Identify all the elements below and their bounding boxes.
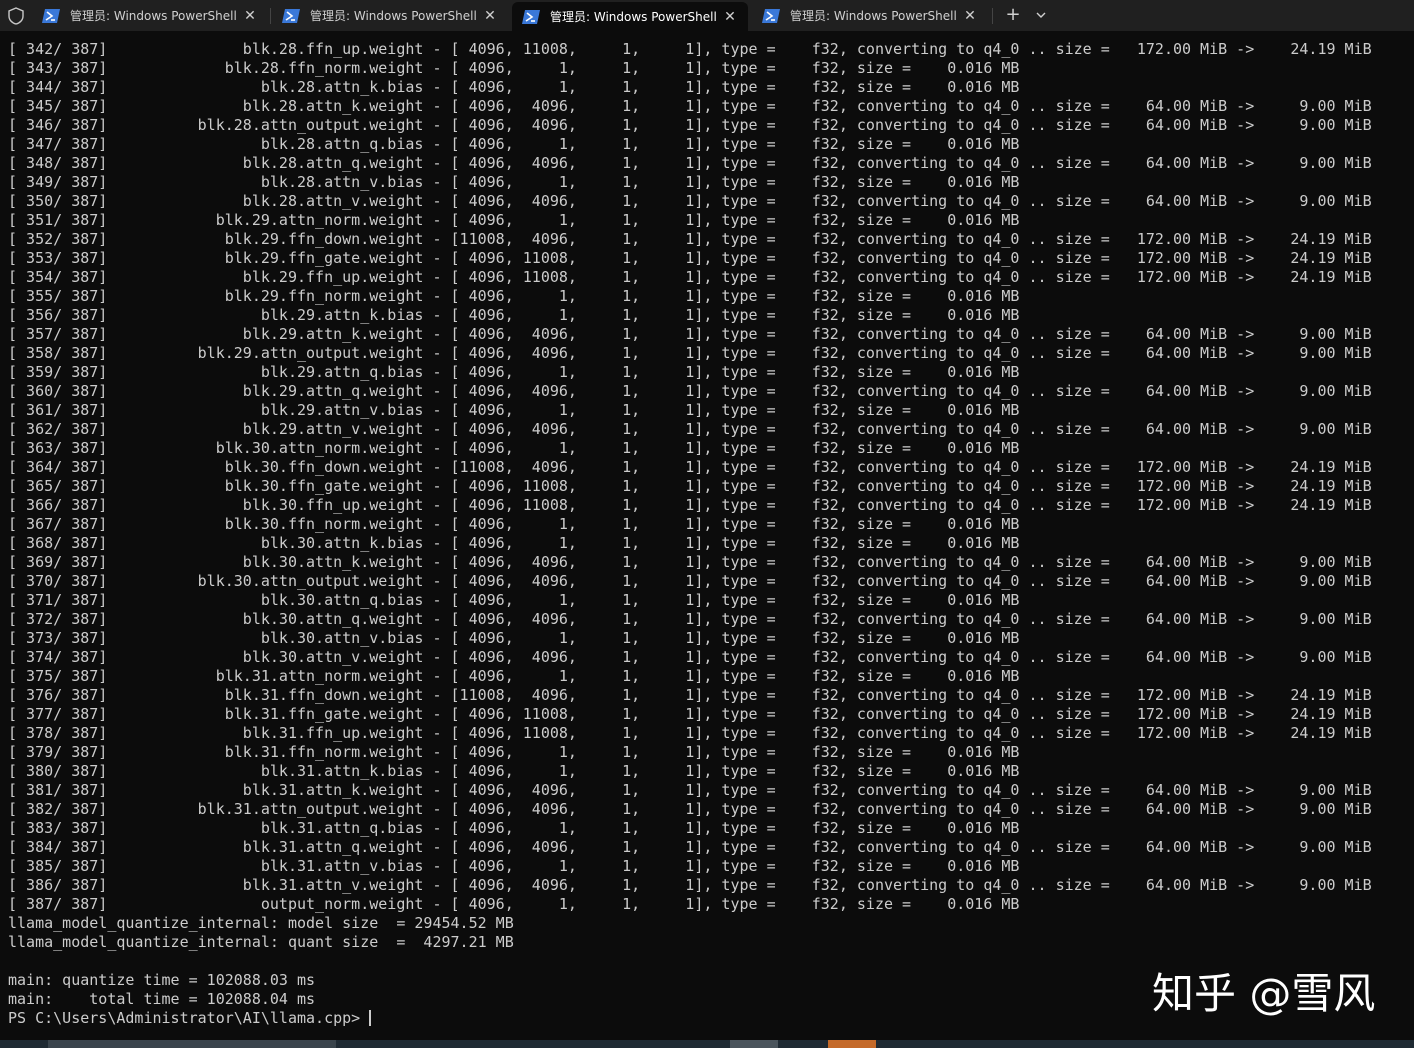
shield-icon bbox=[8, 7, 24, 25]
terminal-line: [ 360/ 387] blk.29.attn_q.weight - [ 409… bbox=[8, 382, 1372, 400]
terminal-line: [ 366/ 387] blk.30.ffn_up.weight - [ 409… bbox=[8, 496, 1372, 514]
terminal-line: [ 362/ 387] blk.29.attn_v.weight - [ 409… bbox=[8, 420, 1372, 438]
tab-divider bbox=[992, 8, 993, 24]
terminal-line: [ 372/ 387] blk.30.attn_q.weight - [ 409… bbox=[8, 610, 1372, 628]
terminal-line: [ 352/ 387] blk.29.ffn_down.weight - [11… bbox=[8, 230, 1372, 248]
terminal-line: [ 353/ 387] blk.29.ffn_gate.weight - [ 4… bbox=[8, 249, 1372, 267]
powershell-icon bbox=[42, 8, 60, 23]
tab-title: 管理员: Windows PowerShell bbox=[550, 10, 717, 24]
powershell-icon bbox=[282, 8, 300, 23]
taskbar-item[interactable] bbox=[730, 1040, 778, 1048]
new-tab-button[interactable]: + bbox=[1000, 2, 1026, 28]
tab-divider bbox=[270, 8, 271, 24]
terminal-line: [ 347/ 387] blk.28.attn_q.bias - [ 4096,… bbox=[8, 135, 1020, 153]
terminal-line: [ 365/ 387] blk.30.ffn_gate.weight - [ 4… bbox=[8, 477, 1372, 495]
tab-title: 管理员: Windows PowerShell bbox=[70, 9, 237, 23]
terminal-line: [ 385/ 387] blk.31.attn_v.bias - [ 4096,… bbox=[8, 857, 1020, 875]
terminal-line: [ 356/ 387] blk.29.attn_k.bias - [ 4096,… bbox=[8, 306, 1020, 324]
close-icon[interactable]: ✕ bbox=[480, 8, 500, 24]
terminal-output[interactable]: [ 342/ 387] blk.28.ffn_up.weight - [ 409… bbox=[0, 31, 1414, 1040]
terminal-line: [ 357/ 387] blk.29.attn_k.weight - [ 409… bbox=[8, 325, 1372, 343]
tab-powershell-4[interactable]: 管理员: Windows PowerShell ✕ bbox=[752, 0, 988, 31]
terminal-prompt-line[interactable]: PS C:\Users\Administrator\AI\llama.cpp> bbox=[8, 1009, 372, 1028]
tab-bar: 管理员: Windows PowerShell ✕ 管理员: Windows P… bbox=[0, 0, 1414, 31]
terminal-line: [ 376/ 387] blk.31.ffn_down.weight - [11… bbox=[8, 686, 1372, 704]
tab-powershell-1[interactable]: 管理员: Windows PowerShell ✕ bbox=[32, 0, 268, 31]
terminal-line: [ 375/ 387] blk.31.attn_norm.weight - [ … bbox=[8, 667, 1020, 685]
prompt-text: PS C:\Users\Administrator\AI\llama.cpp> bbox=[8, 1009, 370, 1027]
chevron-down-icon[interactable] bbox=[1030, 2, 1052, 28]
terminal-line: [ 383/ 387] blk.31.attn_q.bias - [ 4096,… bbox=[8, 819, 1020, 837]
terminal-line: [ 355/ 387] blk.29.ffn_norm.weight - [ 4… bbox=[8, 287, 1020, 305]
terminal-line: [ 354/ 387] blk.29.ffn_up.weight - [ 409… bbox=[8, 268, 1372, 286]
text-cursor bbox=[369, 1010, 372, 1026]
terminal-line: [ 359/ 387] blk.29.attn_q.bias - [ 4096,… bbox=[8, 363, 1020, 381]
powershell-icon bbox=[522, 9, 540, 24]
terminal-line: main: quantize time = 102088.03 ms bbox=[8, 971, 316, 989]
terminal-line: [ 348/ 387] blk.28.attn_q.weight - [ 409… bbox=[8, 154, 1372, 172]
terminal-line: [ 371/ 387] blk.30.attn_q.bias - [ 4096,… bbox=[8, 591, 1020, 609]
close-icon[interactable]: ✕ bbox=[960, 8, 980, 24]
terminal-line: [ 368/ 387] blk.30.attn_k.bias - [ 4096,… bbox=[8, 534, 1020, 552]
terminal-line: [ 384/ 387] blk.31.attn_q.weight - [ 409… bbox=[8, 838, 1372, 856]
terminal-line: [ 344/ 387] blk.28.attn_k.bias - [ 4096,… bbox=[8, 78, 1020, 96]
terminal-line: [ 346/ 387] blk.28.attn_output.weight - … bbox=[8, 116, 1372, 134]
terminal-line: main: total time = 102088.04 ms bbox=[8, 990, 316, 1008]
terminal-line: [ 367/ 387] blk.30.ffn_norm.weight - [ 4… bbox=[8, 515, 1020, 533]
tab-powershell-3-active[interactable]: 管理员: Windows PowerShell ✕ bbox=[512, 2, 748, 31]
terminal-line: [ 378/ 387] blk.31.ffn_up.weight - [ 409… bbox=[8, 724, 1372, 742]
terminal-line: [ 342/ 387] blk.28.ffn_up.weight - [ 409… bbox=[8, 40, 1372, 58]
terminal-line: [ 382/ 387] blk.31.attn_output.weight - … bbox=[8, 800, 1372, 818]
terminal-line: [ 351/ 387] blk.29.attn_norm.weight - [ … bbox=[8, 211, 1020, 229]
taskbar-strip bbox=[0, 1040, 1414, 1048]
terminal-line: [ 358/ 387] blk.29.attn_output.weight - … bbox=[8, 344, 1372, 362]
terminal-line: [ 364/ 387] blk.30.ffn_down.weight - [11… bbox=[8, 458, 1372, 476]
terminal-line: [ 363/ 387] blk.30.attn_norm.weight - [ … bbox=[8, 439, 1020, 457]
terminal-line: [ 374/ 387] blk.30.attn_v.weight - [ 409… bbox=[8, 648, 1372, 666]
terminal-line: [ 373/ 387] blk.30.attn_v.bias - [ 4096,… bbox=[8, 629, 1020, 647]
watermark: 知乎 @雪风 bbox=[1152, 969, 1376, 1018]
tab-title: 管理员: Windows PowerShell bbox=[790, 9, 957, 23]
terminal-line: [ 369/ 387] blk.30.attn_k.weight - [ 409… bbox=[8, 553, 1372, 571]
terminal-line: llama_model_quantize_internal: quant siz… bbox=[8, 933, 514, 951]
taskbar-item[interactable] bbox=[48, 1040, 336, 1048]
terminal-line: [ 343/ 387] blk.28.ffn_norm.weight - [ 4… bbox=[8, 59, 1020, 77]
terminal-line: [ 380/ 387] blk.31.attn_k.bias - [ 4096,… bbox=[8, 762, 1020, 780]
tab-powershell-2[interactable]: 管理员: Windows PowerShell ✕ bbox=[272, 0, 508, 31]
terminal-line: [ 370/ 387] blk.30.attn_output.weight - … bbox=[8, 572, 1372, 590]
terminal-line: llama_model_quantize_internal: model siz… bbox=[8, 914, 514, 932]
terminal-line: [ 381/ 387] blk.31.attn_k.weight - [ 409… bbox=[8, 781, 1372, 799]
taskbar-item[interactable] bbox=[828, 1040, 876, 1048]
terminal-line: [ 377/ 387] blk.31.ffn_gate.weight - [ 4… bbox=[8, 705, 1372, 723]
terminal-line: [ 386/ 387] blk.31.attn_v.weight - [ 409… bbox=[8, 876, 1372, 894]
tab-title: 管理员: Windows PowerShell bbox=[310, 9, 477, 23]
powershell-icon bbox=[762, 8, 780, 23]
terminal-line: [ 361/ 387] blk.29.attn_v.bias - [ 4096,… bbox=[8, 401, 1020, 419]
terminal-line: [ 349/ 387] blk.28.attn_v.bias - [ 4096,… bbox=[8, 173, 1020, 191]
terminal-line: [ 387/ 387] output_norm.weight - [ 4096,… bbox=[8, 895, 1020, 913]
close-icon[interactable]: ✕ bbox=[720, 9, 740, 25]
terminal-line: [ 379/ 387] blk.31.ffn_norm.weight - [ 4… bbox=[8, 743, 1020, 761]
terminal-line: [ 350/ 387] blk.28.attn_v.weight - [ 409… bbox=[8, 192, 1372, 210]
close-icon[interactable]: ✕ bbox=[240, 8, 260, 24]
terminal-line: [ 345/ 387] blk.28.attn_k.weight - [ 409… bbox=[8, 97, 1372, 115]
